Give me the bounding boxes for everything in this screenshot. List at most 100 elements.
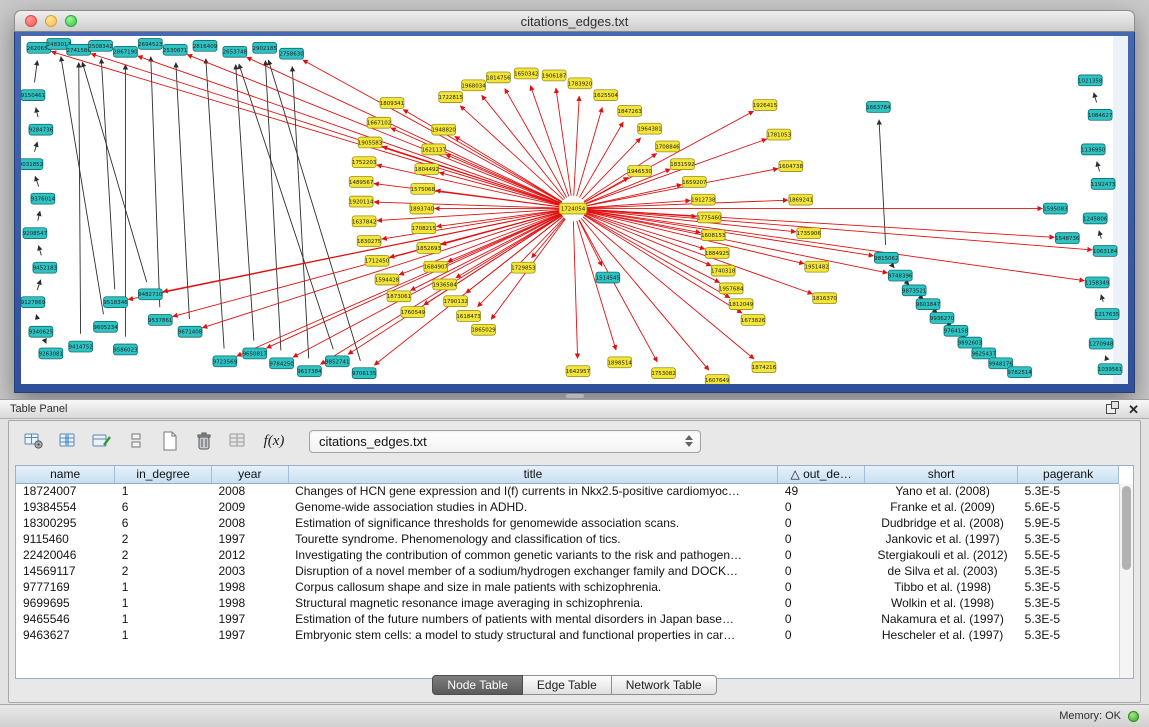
cell-out_de[interactable]: 0 xyxy=(778,627,865,643)
cell-title[interactable]: Genome-wide association studies in ADHD. xyxy=(288,499,778,515)
cell-out_de[interactable]: 0 xyxy=(778,547,865,563)
network-canvas[interactable]: 1724054180934116671021905583175220314895… xyxy=(21,36,1128,384)
cell-pagerank[interactable]: 5.9E-5 xyxy=(1018,515,1119,531)
cell-out_de[interactable]: 0 xyxy=(778,531,865,547)
graph-node[interactable]: 9518346 xyxy=(103,297,128,308)
graph-node[interactable]: 1912738 xyxy=(691,194,716,205)
table-row[interactable]: 911546021997Tourette syndrome. Phenomeno… xyxy=(16,531,1119,547)
graph-node[interactable]: 9605234 xyxy=(93,321,118,332)
graph-node[interactable]: 1781053 xyxy=(767,129,792,140)
graph-node[interactable]: 1936584 xyxy=(433,279,458,290)
graph-node[interactable]: 1575068 xyxy=(411,183,436,194)
graph-node[interactable]: 1245806 xyxy=(1083,213,1108,224)
cell-short[interactable]: Franke et al. (2009) xyxy=(864,499,1017,515)
tab-edge-table[interactable]: Edge Table xyxy=(523,675,612,695)
graph-node[interactable]: 9617384 xyxy=(297,366,322,377)
cell-year[interactable]: 2009 xyxy=(211,499,288,515)
graph-node[interactable]: 1814756 xyxy=(486,72,511,83)
graph-node[interactable]: 1884925 xyxy=(705,247,729,258)
float-panel-icon[interactable] xyxy=(1106,404,1116,414)
graph-node[interactable]: 1621137 xyxy=(422,144,446,155)
graph-node[interactable]: 1951482 xyxy=(805,261,829,272)
graph-node[interactable]: 1667102 xyxy=(367,117,391,128)
new-table-icon[interactable] xyxy=(157,428,183,454)
graph-node[interactable]: 1514545 xyxy=(596,272,620,283)
column-header-name[interactable]: name xyxy=(16,466,115,483)
graph-node[interactable]: 9127869 xyxy=(21,297,46,308)
cell-in_degree[interactable]: 1 xyxy=(115,579,212,595)
cell-name[interactable]: 9115460 xyxy=(16,531,115,547)
cell-in_degree[interactable]: 1 xyxy=(115,611,212,627)
graph-hub-node[interactable]: 1724054 xyxy=(559,203,587,214)
graph-node[interactable]: 1847263 xyxy=(618,106,643,117)
cell-title[interactable]: Structural magnetic resonance image aver… xyxy=(288,595,778,611)
tab-network-table[interactable]: Network Table xyxy=(612,675,717,695)
column-header-out_de[interactable]: △ out_de… xyxy=(778,466,865,483)
cell-out_de[interactable]: 49 xyxy=(778,483,865,499)
table-select-dropdown[interactable]: citations_edges.txt xyxy=(309,430,701,453)
column-header-short[interactable]: short xyxy=(864,466,1017,483)
cell-name[interactable]: 18724007 xyxy=(16,483,115,499)
cell-in_degree[interactable]: 1 xyxy=(115,627,212,643)
cell-title[interactable]: Investigating the contribution of common… xyxy=(288,547,778,563)
cell-pagerank[interactable]: 5.3E-5 xyxy=(1018,483,1119,499)
graph-node[interactable]: 9376014 xyxy=(31,193,56,204)
table-row[interactable]: 1872400712008Changes of HCN gene express… xyxy=(16,483,1119,499)
graph-node[interactable]: 1595083 xyxy=(1043,203,1068,214)
graph-node[interactable]: 1893740 xyxy=(410,203,435,214)
table-settings-icon[interactable] xyxy=(21,428,47,454)
graph-node[interactable]: 9650817 xyxy=(243,348,267,359)
graph-node[interactable]: 1136950 xyxy=(1081,144,1106,155)
graph-node[interactable]: 9852741 xyxy=(325,356,349,367)
graph-node[interactable]: 9748396 xyxy=(888,270,913,281)
graph-node[interactable]: 9263081 xyxy=(39,348,63,359)
cell-out_de[interactable]: 0 xyxy=(778,499,865,515)
graph-node[interactable]: 9586023 xyxy=(113,344,138,355)
graph-node[interactable]: 2694523 xyxy=(138,38,163,49)
cell-year[interactable]: 1998 xyxy=(211,595,288,611)
column-visibility-icon[interactable] xyxy=(55,428,81,454)
cell-title[interactable]: Tourette syndrome. Phenomenology and cla… xyxy=(288,531,778,547)
cell-short[interactable]: Stergiakouli et al. (2012) xyxy=(864,547,1017,563)
graph-node[interactable]: 1712450 xyxy=(365,255,390,266)
function-builder-button[interactable]: f(x) xyxy=(259,429,289,453)
cell-pagerank[interactable]: 5.5E-5 xyxy=(1018,547,1119,563)
graph-node[interactable]: 1217635 xyxy=(1095,309,1119,320)
graph-node[interactable]: 1852693 xyxy=(417,243,442,254)
graph-node[interactable]: 1650342 xyxy=(514,68,538,79)
graph-node[interactable]: 1548736 xyxy=(1055,233,1080,244)
graph-node[interactable]: 1865029 xyxy=(471,324,496,335)
column-header-in_degree[interactable]: in_degree xyxy=(115,466,212,483)
graph-node[interactable]: 1906187 xyxy=(542,70,566,81)
graph-node[interactable]: 1729853 xyxy=(511,262,536,273)
cell-short[interactable]: Jankovic et al. (1997) xyxy=(864,531,1017,547)
cell-in_degree[interactable]: 6 xyxy=(115,515,212,531)
cell-title[interactable]: Disruption of a novel member of a sodium… xyxy=(288,563,778,579)
table-scrollbar[interactable] xyxy=(1119,484,1133,678)
cell-out_de[interactable]: 0 xyxy=(778,611,865,627)
cell-out_de[interactable]: 0 xyxy=(778,579,865,595)
graph-node[interactable]: 1816370 xyxy=(812,293,837,304)
graph-node[interactable]: 9482710 xyxy=(138,289,163,300)
graph-node[interactable]: 1874216 xyxy=(752,362,777,373)
graph-node[interactable]: 1625504 xyxy=(594,90,619,101)
cell-in_degree[interactable]: 1 xyxy=(115,595,212,611)
delete-table-icon[interactable] xyxy=(191,428,217,454)
window-titlebar[interactable]: citations_edges.txt xyxy=(14,10,1135,32)
graph-node[interactable]: 9936270 xyxy=(930,313,955,324)
cell-short[interactable]: Dudbridge et al. (2008) xyxy=(864,515,1017,531)
graph-node[interactable]: 9340625 xyxy=(29,326,53,337)
table-row[interactable]: 1938455462009Genome-wide association stu… xyxy=(16,499,1119,515)
graph-node[interactable]: 1659207 xyxy=(682,176,706,187)
graph-node[interactable]: 9150461 xyxy=(21,90,45,101)
graph-node[interactable]: 1869241 xyxy=(789,194,813,205)
graph-node[interactable]: 2653748 xyxy=(223,46,248,57)
graph-node[interactable]: 1775460 xyxy=(697,212,722,223)
graph-node[interactable]: 1663784 xyxy=(866,102,891,113)
cell-out_de[interactable]: 0 xyxy=(778,595,865,611)
graph-node[interactable]: 2867190 xyxy=(113,46,138,57)
close-panel-icon[interactable]: ✕ xyxy=(1128,403,1139,416)
graph-node[interactable]: 1926415 xyxy=(753,100,777,111)
table-row[interactable]: 946362711997Embryonic stem cells: a mode… xyxy=(16,627,1119,643)
tab-node-table[interactable]: Node Table xyxy=(432,675,523,695)
